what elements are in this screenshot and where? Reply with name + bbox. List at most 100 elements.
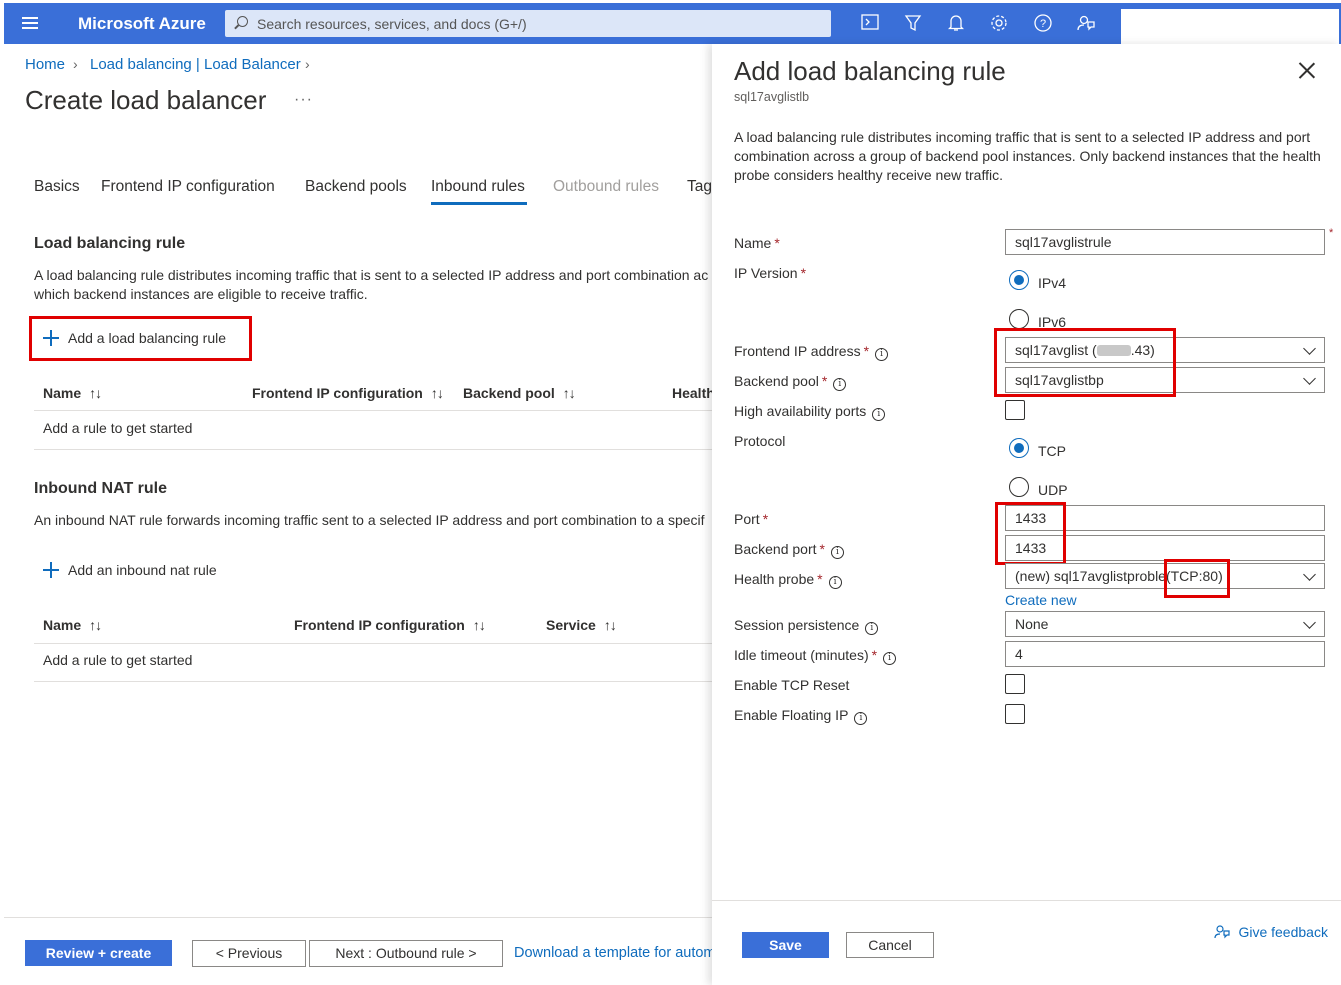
tcp-reset-checkbox[interactable] — [1005, 674, 1025, 694]
col-health[interactable]: Health — [672, 385, 715, 401]
idle-timeout-input[interactable]: 4 — [1005, 641, 1325, 667]
ipv6-radio[interactable] — [1009, 309, 1029, 329]
panel-title: Add load balancing rule — [734, 56, 1006, 86]
session-persistence-dropdown[interactable]: None — [1005, 611, 1325, 637]
add-nat-rule-label: Add an inbound nat rule — [68, 562, 217, 578]
sort-icon[interactable]: ↑↓ — [473, 617, 486, 633]
feedback-icon — [1214, 925, 1230, 939]
sort-icon[interactable]: ↑↓ — [604, 617, 617, 633]
settings-gear-icon[interactable] — [989, 14, 1009, 34]
account-area[interactable] — [1121, 9, 1339, 44]
more-options-icon[interactable]: ··· — [294, 91, 313, 109]
tab-outbound-rules: Outbound rules — [553, 178, 659, 195]
cancel-button[interactable]: Cancel — [846, 932, 934, 958]
cloud-shell-icon[interactable] — [860, 14, 880, 34]
panel-description: A load balancing rule distributes incomi… — [734, 129, 1321, 183]
sort-icon[interactable]: ↑↓ — [431, 385, 444, 401]
review-create-button[interactable]: Review + create — [25, 940, 172, 966]
highlight-frontend-backend — [994, 328, 1176, 397]
col-frontend-ip[interactable]: Frontend IP configuration ↑↓ — [252, 385, 444, 401]
udp-label: UDP — [1038, 482, 1068, 498]
give-feedback-link[interactable]: Give feedback — [1214, 924, 1328, 942]
close-icon[interactable] — [1298, 62, 1316, 80]
info-icon: i — [875, 348, 889, 361]
breadcrumb-home[interactable]: Home — [25, 56, 65, 73]
tab-inbound-rules[interactable]: Inbound rules — [431, 178, 525, 196]
ha-ports-label: High availability ports i — [734, 403, 886, 421]
global-search-input[interactable]: Search resources, services, and docs (G+… — [225, 10, 831, 37]
notifications-bell-icon[interactable] — [946, 14, 966, 34]
info-icon: i — [883, 652, 897, 665]
required-asterisk: * — [1329, 227, 1334, 239]
session-persistence-label: Session persistence i — [734, 617, 879, 635]
chevron-right-icon: › — [305, 56, 310, 72]
feedback-person-icon[interactable] — [1076, 14, 1096, 34]
lb-rule-description-line2: which backend instances are eligible to … — [34, 286, 368, 302]
previous-button[interactable]: < Previous — [192, 940, 306, 967]
nat-description: An inbound NAT rule forwards incoming tr… — [34, 512, 705, 528]
create-new-link[interactable]: Create new — [1005, 592, 1077, 608]
udp-radio[interactable] — [1009, 477, 1029, 497]
tab-backend-pools[interactable]: Backend pools — [305, 178, 407, 196]
frontend-ip-label: Frontend IP address * i — [734, 343, 889, 361]
tab-basics[interactable]: Basics — [34, 178, 80, 196]
tab-frontend-ip[interactable]: Frontend IP configuration — [101, 178, 275, 196]
nat-col-service[interactable]: Service ↑↓ — [546, 617, 617, 633]
nat-col-name[interactable]: Name ↑↓ — [43, 617, 102, 633]
col-backend-pool[interactable]: Backend pool ↑↓ — [463, 385, 576, 401]
nat-empty-text: Add a rule to get started — [43, 652, 193, 668]
next-outbound-rule-button[interactable]: Next : Outbound rule > — [309, 940, 503, 967]
highlight-health-probe-port — [1164, 559, 1230, 598]
give-feedback-label: Give feedback — [1238, 924, 1328, 940]
page-title: Create load balancer — [25, 85, 267, 115]
highlight-add-rule — [29, 316, 252, 361]
name-label: Name * — [734, 235, 780, 251]
port-label: Port * — [734, 511, 769, 527]
backend-pool-label: Backend pool * i — [734, 373, 847, 391]
sort-icon[interactable]: ↑↓ — [89, 385, 102, 401]
save-button[interactable]: Save — [742, 932, 829, 958]
ipv4-radio[interactable] — [1009, 270, 1029, 290]
chevron-down-icon — [1303, 616, 1316, 629]
brand-title[interactable]: Microsoft Azure — [78, 14, 206, 34]
divider — [34, 410, 712, 411]
protocol-label: Protocol — [734, 433, 786, 449]
ipv4-label: IPv4 — [1038, 275, 1067, 291]
floating-ip-label: Enable Floating IP i — [734, 707, 868, 725]
chevron-down-icon — [1303, 568, 1316, 581]
plus-icon — [43, 562, 59, 578]
highlight-ports — [995, 502, 1066, 565]
tab-tags[interactable]: Tag — [687, 178, 712, 196]
tcp-reset-label: Enable TCP Reset — [734, 677, 850, 693]
floating-ip-checkbox[interactable] — [1005, 704, 1025, 724]
sort-icon[interactable]: ↑↓ — [89, 617, 102, 633]
directory-filter-icon[interactable] — [903, 14, 923, 34]
chevron-right-icon: › — [73, 56, 78, 72]
divider — [34, 643, 712, 644]
divider — [34, 449, 712, 450]
breadcrumb-load-balancing[interactable]: Load balancing | Load Balancer — [90, 56, 301, 73]
ha-ports-checkbox[interactable] — [1005, 400, 1025, 420]
download-template-link[interactable]: Download a template for autom — [514, 945, 716, 961]
chevron-down-icon — [1303, 342, 1316, 355]
info-icon: i — [854, 712, 868, 725]
col-name[interactable]: Name ↑↓ — [43, 385, 102, 401]
help-question-icon[interactable]: ? — [1033, 14, 1053, 34]
add-inbound-nat-rule-button[interactable]: Add an inbound nat rule — [43, 562, 217, 578]
idle-timeout-label: Idle timeout (minutes) * i — [734, 647, 897, 665]
info-icon: i — [865, 622, 879, 635]
hamburger-menu-icon[interactable] — [22, 17, 38, 29]
active-tab-indicator — [431, 202, 527, 205]
panel-footer-divider — [712, 900, 1341, 901]
nat-col-frontend-ip[interactable]: Frontend IP configuration ↑↓ — [294, 617, 486, 633]
nat-section-title: Inbound NAT rule — [34, 480, 168, 497]
info-icon: i — [872, 408, 886, 421]
name-input[interactable]: sql17avglistrule — [1005, 229, 1325, 255]
ip-version-label: IP Version * — [734, 265, 807, 281]
divider — [34, 681, 712, 682]
sort-icon[interactable]: ↑↓ — [563, 385, 576, 401]
lb-rule-empty-text: Add a rule to get started — [43, 420, 193, 436]
health-probe-label: Health probe * i — [734, 571, 842, 589]
tcp-radio[interactable] — [1009, 438, 1029, 458]
info-icon: i — [828, 576, 842, 589]
